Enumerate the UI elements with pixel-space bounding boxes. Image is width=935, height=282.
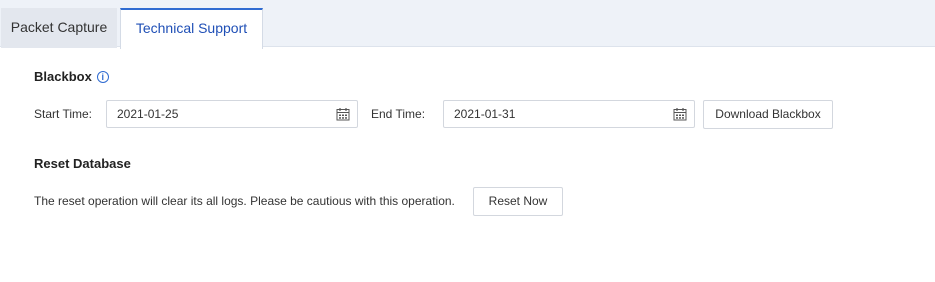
calendar-icon[interactable]	[336, 107, 350, 121]
download-blackbox-button[interactable]: Download Blackbox	[703, 100, 833, 129]
info-icon[interactable]: i	[96, 71, 109, 83]
technical-support-panel: Blackbox i Start Time: 2021-01-25 End Tim…	[0, 48, 935, 282]
end-time-value: 2021-01-31	[454, 107, 516, 121]
tab-packet-capture[interactable]: Packet Capture	[1, 8, 117, 48]
reset-description: The reset operation will clear its all l…	[34, 194, 455, 208]
tab-bar: Packet Capture Technical Support	[0, 0, 935, 49]
blackbox-title: Blackbox	[34, 69, 92, 84]
calendar-icon[interactable]	[673, 107, 687, 121]
start-time-picker[interactable]: 2021-01-25	[106, 100, 358, 128]
reset-database-title: Reset Database	[34, 156, 131, 171]
tab-technical-support[interactable]: Technical Support	[120, 8, 263, 49]
start-time-value: 2021-01-25	[117, 107, 179, 121]
end-time-label: End Time:	[371, 107, 426, 121]
start-time-label: Start Time:	[34, 107, 93, 121]
blackbox-section-title: Blackbox i	[34, 69, 109, 84]
reset-now-button[interactable]: Reset Now	[473, 187, 563, 216]
end-time-picker[interactable]: 2021-01-31	[443, 100, 695, 128]
